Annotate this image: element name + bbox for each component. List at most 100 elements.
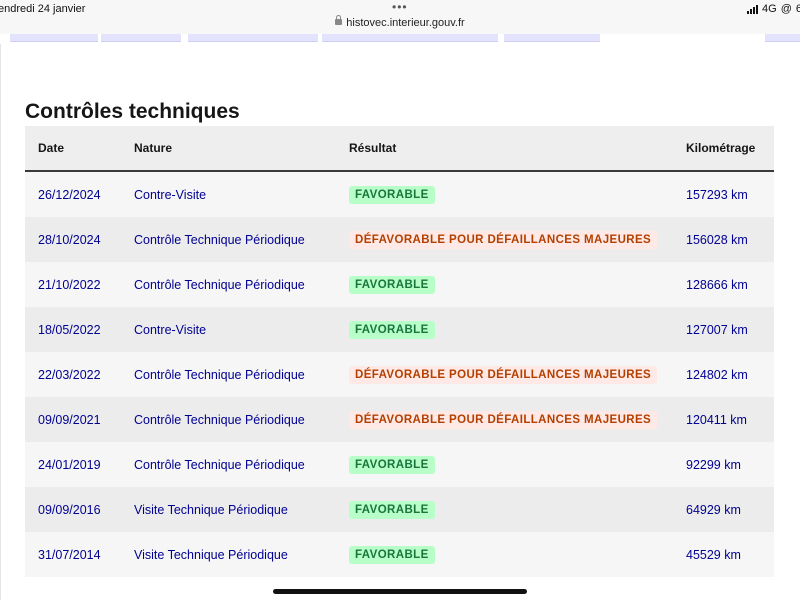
cell-date: 09/09/2021: [25, 397, 121, 442]
cell-result: FAVORABLE: [336, 262, 673, 307]
cell-mileage-text: 45529 km: [686, 547, 741, 562]
cell-mileage-text: 92299 km: [686, 457, 741, 472]
cell-date: 24/01/2019: [25, 442, 121, 487]
cell-date-text: 22/03/2022: [38, 367, 101, 382]
cell-nature: Contrôle Technique Périodique: [121, 262, 336, 307]
cell-date-text: 28/10/2024: [38, 232, 101, 247]
header-date: Date: [25, 126, 121, 172]
nav-tab-3[interactable]: [188, 34, 318, 42]
header-nature: Nature: [121, 126, 336, 172]
cell-nature: Visite Technique Périodique: [121, 487, 336, 532]
cell-date: 26/12/2024: [25, 171, 121, 217]
cell-result: FAVORABLE: [336, 532, 673, 577]
table-row: 21/10/2022 Contrôle Technique Périodique F…: [25, 262, 774, 307]
status-badge: DÉFAVORABLE POUR DÉFAILLANCES MAJEURES: [349, 410, 658, 429]
nav-tab-6[interactable]: [765, 34, 800, 42]
network-label: 4G: [762, 3, 777, 15]
status-badge: FAVORABLE: [349, 455, 435, 474]
cell-date-text: 18/05/2022: [38, 322, 101, 337]
table-row: 28/10/2024 Contrôle Technique Périodique D…: [25, 217, 774, 262]
address-bar[interactable]: histovec.interieur.gouv.fr: [0, 15, 800, 29]
nav-tab-2[interactable]: [101, 34, 181, 42]
nav-tab-5[interactable]: [504, 34, 600, 42]
table-row: 31/07/2014 Visite Technique Périodique FAV…: [25, 532, 774, 577]
cell-nature-text: Contre-Visite: [134, 187, 207, 202]
nav-tab-4[interactable]: [322, 34, 498, 42]
cell-mileage: 64929 km: [673, 487, 774, 532]
cell-date: 22/03/2022: [25, 352, 121, 397]
table-body: 26/12/2024 Contre-Visite FAVORABLE 157293 k…: [25, 171, 774, 577]
lock-icon: [335, 15, 343, 26]
header-result: Résultat: [336, 126, 673, 172]
cell-mileage: 128666 km: [673, 262, 774, 307]
cell-nature: Contrôle Technique Périodique: [121, 442, 336, 487]
cell-date: 21/10/2022: [25, 262, 121, 307]
cell-nature: Contrôle Technique Périodique: [121, 217, 336, 262]
cell-mileage-text: 156028 km: [686, 232, 748, 247]
cell-nature-text: Contrôle Technique Périodique: [134, 367, 305, 382]
table-header-row: Date Nature Résultat Kilométrage: [25, 126, 774, 172]
cell-date-text: 09/09/2016: [38, 502, 101, 517]
cell-nature-text: Contre-Visite: [134, 322, 207, 337]
status-badge: FAVORABLE: [349, 185, 435, 204]
cell-date-text: 26/12/2024: [38, 187, 101, 202]
cell-result: FAVORABLE: [336, 487, 673, 532]
table-row: 09/09/2016 Visite Technique Périodique FAV…: [25, 487, 774, 532]
battery-label: 6: [795, 3, 800, 15]
cell-nature: Contrôle Technique Périodique: [121, 397, 336, 442]
cell-nature: Contrôle Technique Périodique: [121, 352, 336, 397]
cell-result: DÉFAVORABLE POUR DÉFAILLANCES MAJEURES: [336, 352, 673, 397]
more-dots-icon[interactable]: •••: [392, 0, 408, 14]
cell-result: FAVORABLE: [336, 442, 673, 487]
status-indicators: 4G @ 6: [747, 3, 800, 15]
table-row: 26/12/2024 Contre-Visite FAVORABLE 157293 k…: [25, 171, 774, 217]
home-indicator[interactable]: [273, 589, 527, 594]
cell-mileage-text: 127007 km: [686, 322, 748, 337]
cell-nature: Contre-Visite: [121, 307, 336, 352]
cell-mileage-text: 124802 km: [686, 367, 748, 382]
cell-nature-text: Contrôle Technique Périodique: [134, 412, 305, 427]
cell-mileage: 156028 km: [673, 217, 774, 262]
cell-nature-text: Visite Technique Périodique: [134, 502, 288, 517]
table-row: 18/05/2022 Contre-Visite FAVORABLE 127007 k…: [25, 307, 774, 352]
cell-nature-text: Visite Technique Périodique: [134, 547, 288, 562]
technical-controls-table: Date Nature Résultat Kilométrage 26/12/2…: [25, 126, 774, 577]
section-title: Contrôles techniques: [25, 100, 240, 123]
cell-mileage-text: 120411 km: [686, 412, 747, 427]
nav-tab-1[interactable]: [10, 34, 98, 42]
cell-result: FAVORABLE: [336, 307, 673, 352]
cell-nature-text: Contrôle Technique Périodique: [134, 277, 305, 292]
cell-result: FAVORABLE: [336, 171, 673, 217]
cell-mileage-text: 157293 km: [686, 187, 748, 202]
status-badge: FAVORABLE: [349, 275, 435, 294]
table-row: 24/01/2019 Contrôle Technique Périodique F…: [25, 442, 774, 487]
status-badge: FAVORABLE: [349, 320, 435, 339]
table-row: 09/09/2021 Contrôle Technique Périodique D…: [25, 397, 774, 442]
cell-date: 31/07/2014: [25, 532, 121, 577]
status-badge: FAVORABLE: [349, 500, 435, 519]
status-badge: DÉFAVORABLE POUR DÉFAILLANCES MAJEURES: [349, 230, 658, 249]
cell-date-text: 24/01/2019: [38, 457, 101, 472]
orientation-lock-icon: @: [780, 3, 792, 15]
cell-mileage: 120411 km: [673, 397, 774, 442]
table-row: 22/03/2022 Contrôle Technique Périodique D…: [25, 352, 774, 397]
cell-mileage-text: 64929 km: [686, 502, 741, 517]
signal-icon: [747, 4, 759, 14]
cell-date: 09/09/2016: [25, 487, 121, 532]
cell-nature-text: Contrôle Technique Périodique: [134, 232, 305, 247]
cell-mileage: 157293 km: [673, 171, 774, 217]
cell-result: DÉFAVORABLE POUR DÉFAILLANCES MAJEURES: [336, 397, 673, 442]
cell-date-text: 09/09/2021: [38, 412, 101, 427]
cell-mileage: 127007 km: [673, 307, 774, 352]
status-badge: FAVORABLE: [349, 545, 435, 564]
cell-mileage: 124802 km: [673, 352, 774, 397]
cell-mileage: 45529 km: [673, 532, 774, 577]
cell-mileage-text: 128666 km: [686, 277, 748, 292]
cell-date-text: 21/10/2022: [38, 277, 101, 292]
status-date: endredi 24 janvier: [0, 3, 86, 15]
cell-date: 28/10/2024: [25, 217, 121, 262]
cell-nature: Visite Technique Périodique: [121, 532, 336, 577]
status-bar: endredi 24 janvier ••• histovec.interieu…: [0, 0, 800, 34]
status-badge: DÉFAVORABLE POUR DÉFAILLANCES MAJEURES: [349, 365, 658, 384]
url-text: histovec.interieur.gouv.fr: [346, 17, 465, 29]
